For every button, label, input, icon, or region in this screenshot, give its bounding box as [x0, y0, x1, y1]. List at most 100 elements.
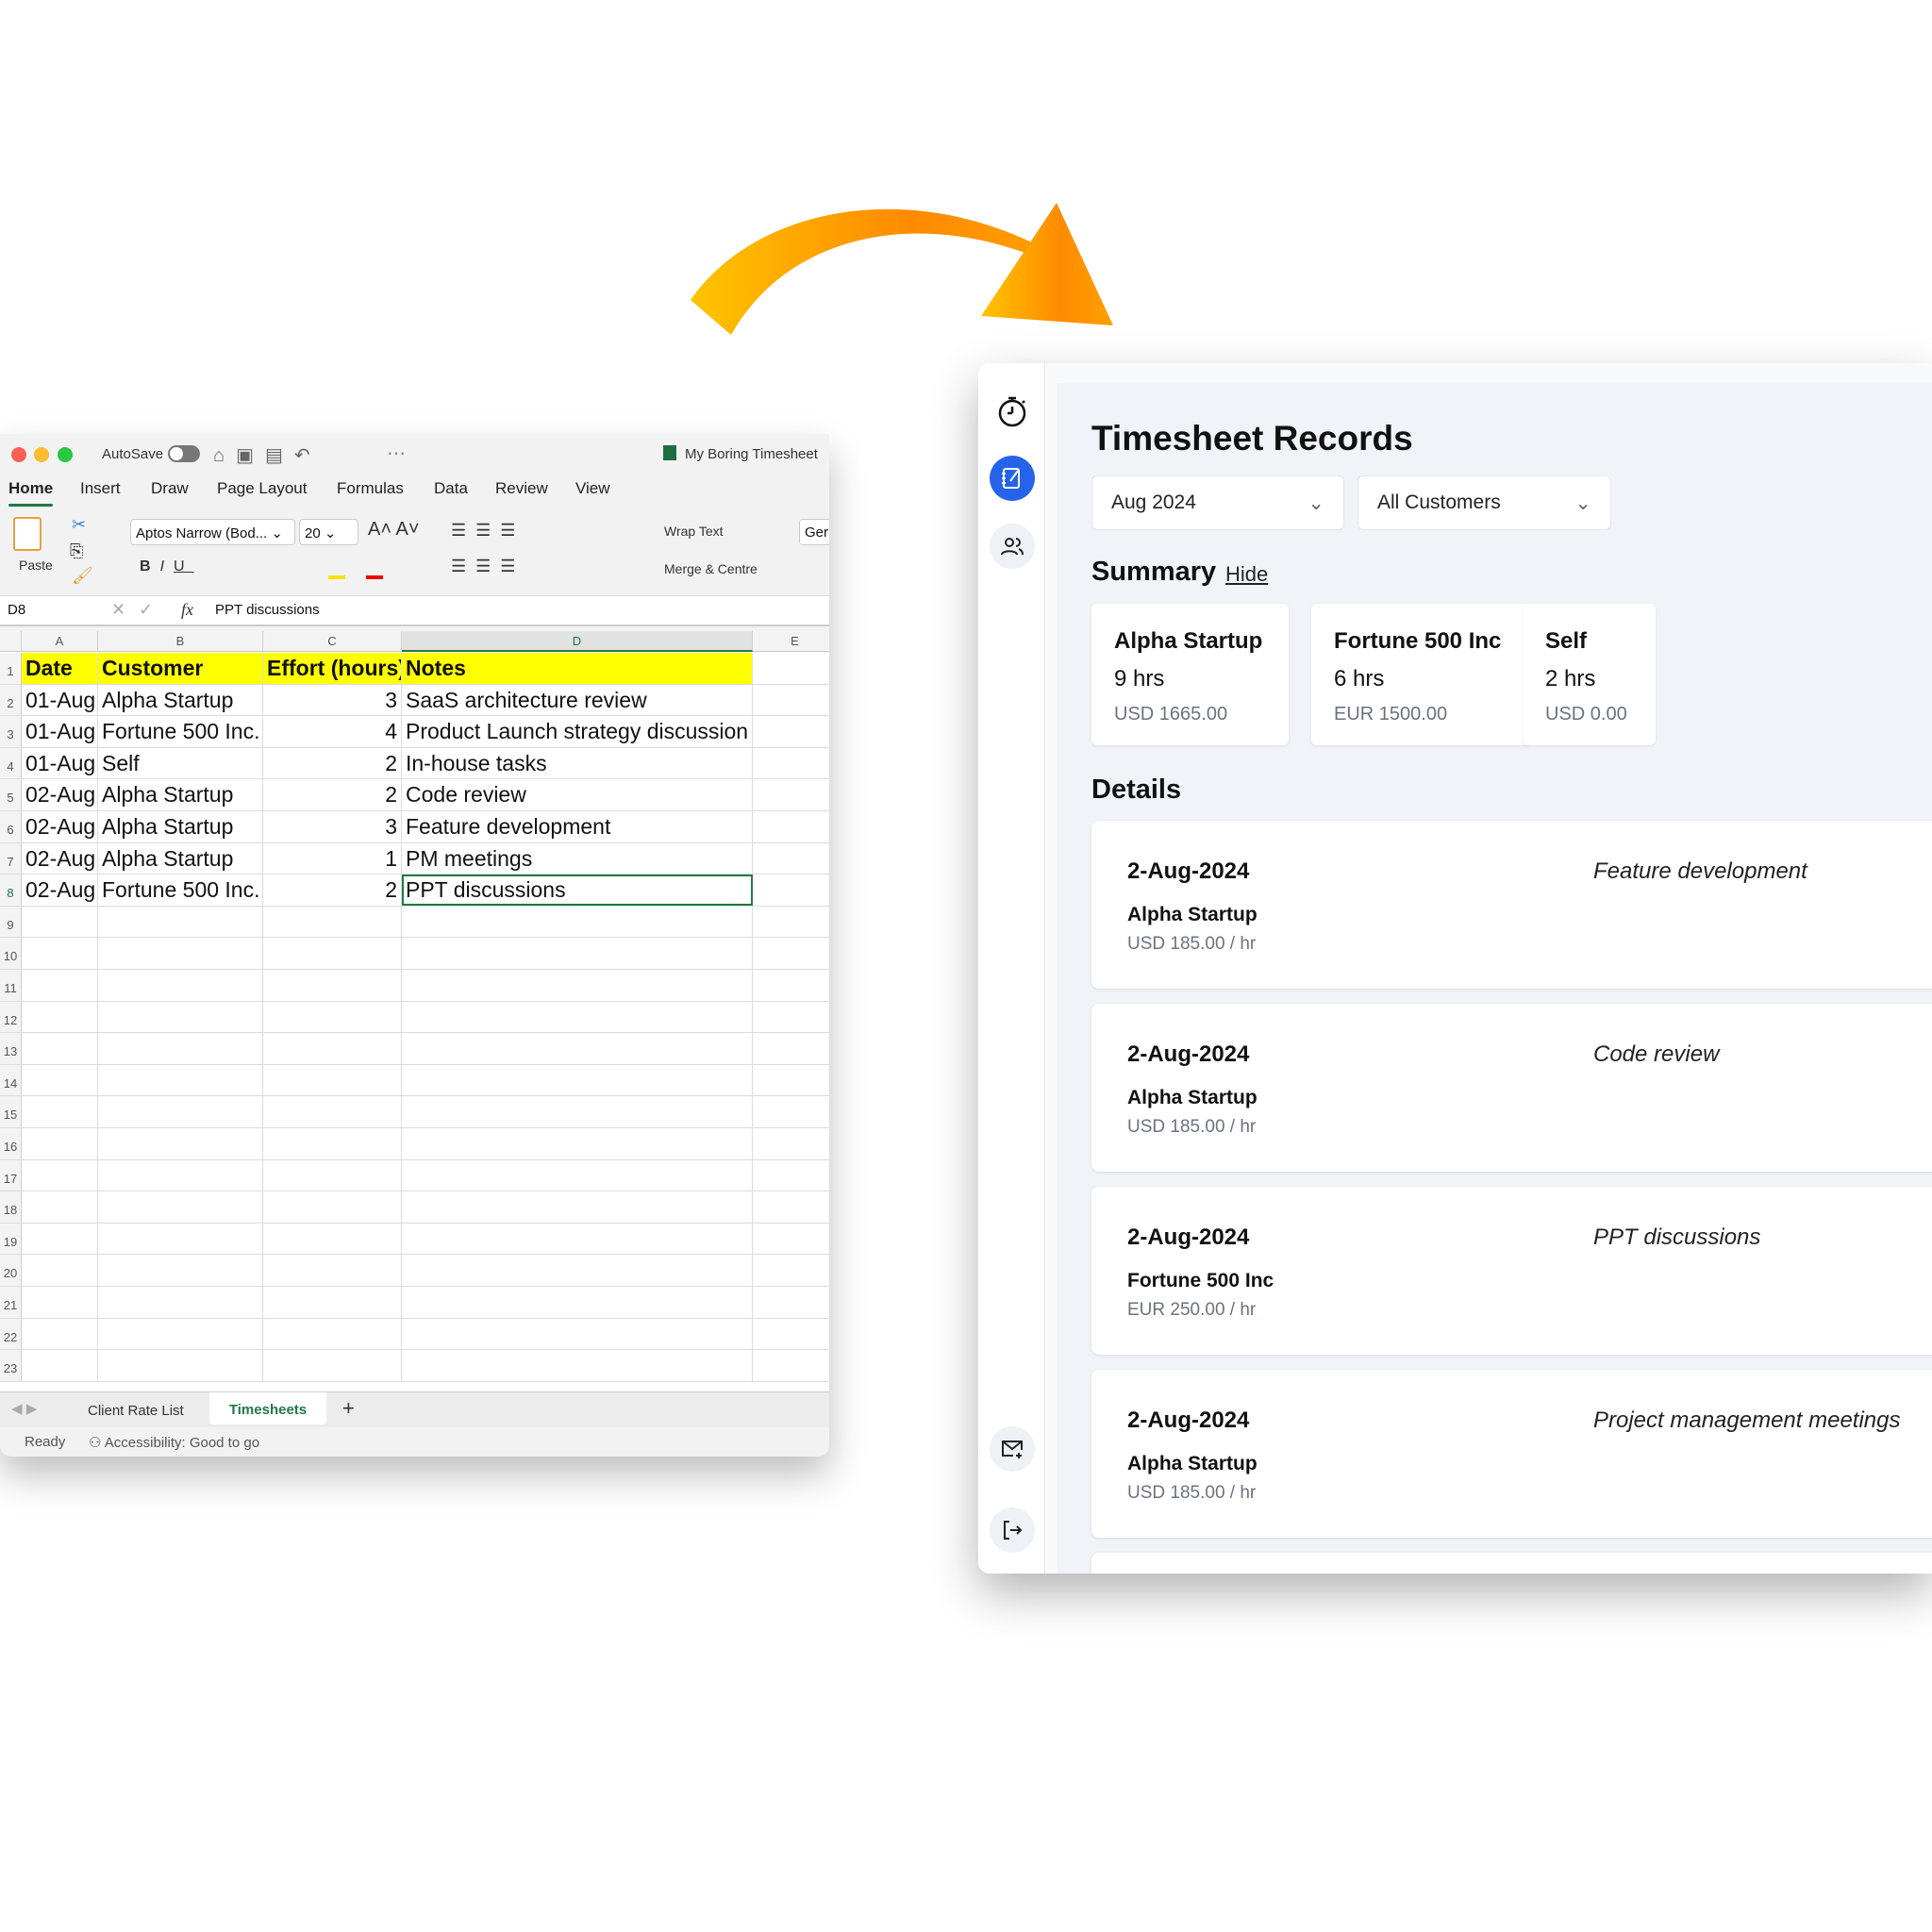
horizontal-align-buttons[interactable]: ☰☰☰	[451, 557, 525, 576]
cell[interactable]: Alpha Startup	[98, 811, 263, 842]
cell[interactable]: Fortune 500 Inc.	[98, 874, 263, 906]
cell[interactable]	[753, 1287, 829, 1318]
cell[interactable]	[753, 1128, 829, 1159]
cell[interactable]	[22, 1318, 98, 1350]
cell[interactable]: 2	[263, 747, 402, 779]
row-header[interactable]: 21	[0, 1287, 22, 1318]
paste-icon[interactable]	[13, 517, 42, 551]
cell[interactable]	[22, 1001, 98, 1033]
bold-italic-underline-buttons[interactable]: BIU	[140, 558, 194, 575]
cell[interactable]: 02-Aug	[22, 779, 98, 810]
cell[interactable]	[98, 1128, 263, 1159]
cell[interactable]	[98, 1223, 263, 1255]
sheet-scroll-arrows[interactable]: ◀ ▶	[11, 1400, 37, 1417]
cell[interactable]	[98, 1350, 263, 1381]
cell[interactable]	[753, 1002, 829, 1033]
column-header[interactable]: B	[98, 631, 263, 652]
cell[interactable]: 02-Aug	[22, 811, 98, 842]
row-header[interactable]: 12	[0, 1001, 22, 1033]
cell[interactable]	[263, 1064, 402, 1096]
cell[interactable]	[753, 1033, 829, 1064]
cell[interactable]	[22, 1350, 98, 1381]
cell[interactable]	[98, 1287, 263, 1318]
cell[interactable]	[402, 1033, 753, 1064]
cell[interactable]: Notes	[402, 653, 753, 684]
sheet-tab-timesheets[interactable]: Timesheets	[209, 1392, 326, 1424]
detail-card[interactable]: 2-Aug-2024 Alpha Startup USD 185.00 / hr Co…	[1091, 1004, 1932, 1172]
cell[interactable]	[402, 1001, 753, 1033]
cell[interactable]: 1	[263, 842, 402, 874]
cell[interactable]: 2	[263, 874, 402, 906]
customer-filter-select[interactable]: All Customers ⌄	[1357, 475, 1611, 530]
cell[interactable]	[753, 1096, 829, 1127]
number-format-select[interactable]: Ger	[799, 519, 829, 545]
cell[interactable]	[753, 1191, 829, 1223]
cell[interactable]	[263, 1350, 402, 1381]
row-header[interactable]: 14	[0, 1064, 22, 1096]
cell[interactable]	[263, 1001, 402, 1033]
cell[interactable]	[402, 1064, 753, 1096]
cell[interactable]	[263, 1287, 402, 1318]
cell[interactable]	[753, 653, 829, 684]
cell[interactable]	[402, 1159, 753, 1191]
cell[interactable]	[753, 748, 829, 779]
cell[interactable]	[402, 1128, 753, 1159]
row-header[interactable]: 8	[0, 874, 22, 906]
row-header[interactable]: 23	[0, 1350, 22, 1381]
cell[interactable]	[753, 938, 829, 969]
minimize-window-button[interactable]	[34, 447, 49, 462]
add-sheet-button[interactable]: +	[342, 1396, 355, 1421]
cell[interactable]	[753, 1065, 829, 1096]
logout-button[interactable]	[990, 1507, 1035, 1553]
row-header[interactable]: 22	[0, 1318, 22, 1350]
row-header[interactable]: 18	[0, 1191, 22, 1223]
cell[interactable]	[22, 1255, 98, 1286]
cell[interactable]: PM meetings	[402, 842, 753, 874]
cell[interactable]: SaaS architecture review	[402, 684, 753, 716]
cell[interactable]	[98, 1001, 263, 1033]
close-window-button[interactable]	[11, 447, 26, 462]
cell[interactable]	[402, 1191, 753, 1223]
more-icon[interactable]: ⋯	[387, 441, 406, 465]
cell[interactable]	[98, 906, 263, 938]
cell[interactable]	[402, 1223, 753, 1255]
cell[interactable]	[263, 1223, 402, 1255]
row-header[interactable]: 17	[0, 1159, 22, 1191]
cell[interactable]	[22, 1191, 98, 1223]
cell[interactable]	[22, 906, 98, 938]
cell[interactable]: Code review	[402, 779, 753, 810]
cell[interactable]: 01-Aug	[22, 747, 98, 779]
cell[interactable]	[263, 1096, 402, 1127]
cell[interactable]: 3	[263, 684, 402, 716]
cell[interactable]	[402, 1318, 753, 1350]
row-header[interactable]: 13	[0, 1033, 22, 1064]
select-all-corner[interactable]	[0, 631, 22, 652]
accessibility-status[interactable]: ⚇ Accessibility: Good to go	[89, 1434, 259, 1451]
cell[interactable]	[753, 779, 829, 810]
cell[interactable]	[98, 1191, 263, 1223]
cell[interactable]	[753, 1255, 829, 1286]
cell[interactable]	[22, 1159, 98, 1191]
font-color-icon[interactable]	[366, 575, 383, 579]
month-filter-select[interactable]: Aug 2024 ⌄	[1091, 475, 1344, 530]
cell[interactable]	[402, 1350, 753, 1381]
cell[interactable]	[753, 685, 829, 716]
cell[interactable]	[263, 1318, 402, 1350]
row-header[interactable]: 15	[0, 1096, 22, 1127]
customers-nav-button[interactable]	[990, 524, 1035, 569]
cell[interactable]: Effort (hours)	[263, 653, 402, 684]
detail-card[interactable]: 2-Aug-2024 Fortune 500 Inc EUR 250.00 / hr…	[1091, 1187, 1932, 1355]
row-header[interactable]: 20	[0, 1255, 22, 1286]
cell[interactable]	[98, 1064, 263, 1096]
cell[interactable]	[263, 1128, 402, 1159]
cell[interactable]	[263, 1033, 402, 1064]
name-box[interactable]: D8	[8, 602, 25, 618]
cell[interactable]: Customer	[98, 653, 263, 684]
cell[interactable]	[22, 1064, 98, 1096]
cell[interactable]	[402, 1255, 753, 1286]
cell[interactable]: 4	[263, 716, 402, 747]
detail-card[interactable]: 2-Aug-2024 Alpha Startup USD 185.00 / hr Pr…	[1091, 1370, 1932, 1538]
cell[interactable]	[22, 970, 98, 1001]
records-nav-button[interactable]	[990, 456, 1035, 501]
cell[interactable]: Product Launch strategy discussion	[402, 716, 753, 747]
